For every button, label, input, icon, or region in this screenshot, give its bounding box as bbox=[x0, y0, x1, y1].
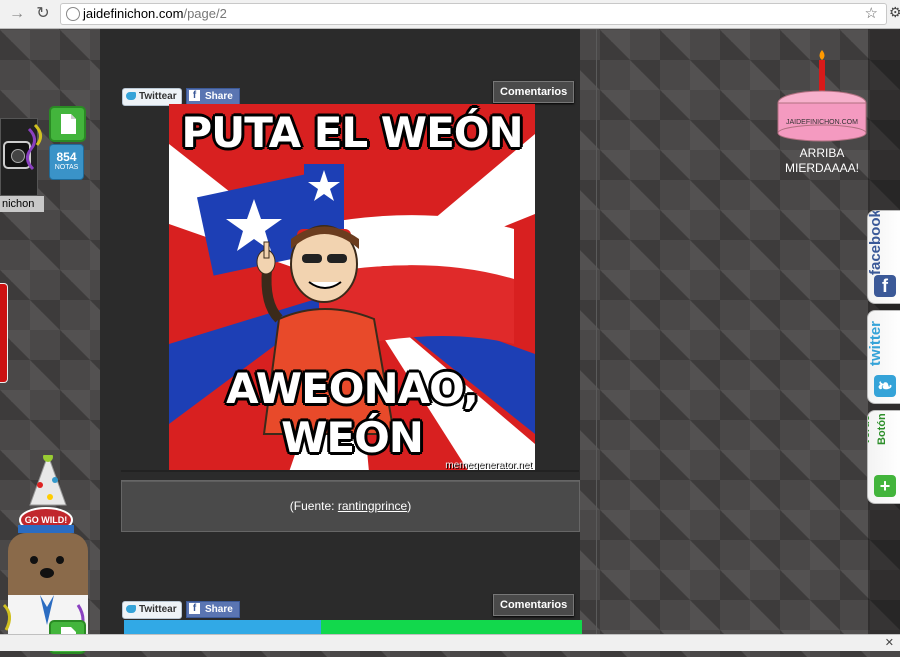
column-divider bbox=[596, 29, 597, 650]
bottom-scrollbar[interactable]: ✕ bbox=[0, 634, 900, 651]
facebook-side-label: facebook bbox=[867, 210, 884, 275]
facebook-share-button-2[interactable]: f Share bbox=[186, 601, 240, 618]
boton-verde-side-tab[interactable]: Botón Verde + bbox=[867, 410, 900, 504]
twitter-side-tab[interactable]: twitter ❧ bbox=[867, 310, 900, 404]
plus-icon: + bbox=[874, 475, 896, 497]
cake-caption-line2: MIERDAAAA! bbox=[784, 161, 859, 175]
address-bar[interactable]: jaidefinichon.com/page/2 ☆ bbox=[60, 3, 887, 25]
facebook-share-button[interactable]: f Share bbox=[186, 88, 240, 105]
cake-caption-line1: ARRIBA bbox=[799, 146, 845, 160]
wrench-icon[interactable]: ⚙ bbox=[889, 4, 900, 21]
twitter-bird-icon bbox=[126, 605, 136, 613]
cake-caption: ARRIBA MIERDAAAA! bbox=[770, 146, 874, 176]
facebook-icon: f bbox=[189, 90, 200, 101]
meme-top-text: PUTA EL WEÓN bbox=[181, 108, 523, 157]
meme-bottom-text: AWEONAO, WEÓN bbox=[226, 364, 479, 462]
facebook-icon: f bbox=[189, 603, 200, 614]
user-avatar-widget[interactable] bbox=[0, 118, 42, 196]
post-source-box: (Fuente: rantingprince) bbox=[121, 480, 580, 532]
facebook-share-label: Share bbox=[205, 604, 233, 615]
source-link[interactable]: rantingprince bbox=[338, 499, 407, 513]
notes-count-badge[interactable]: 854 NOTAS bbox=[49, 144, 84, 180]
post-separator bbox=[121, 470, 579, 472]
globe-icon bbox=[66, 7, 80, 21]
cake-sign: JAIDEFINICHON.COM bbox=[786, 119, 858, 126]
browser-toolbar: → ↻ jaidefinichon.com/page/2 ☆ ⚙ bbox=[0, 0, 900, 29]
boton-verde-line2: Verde bbox=[867, 415, 872, 445]
facebook-share-label: Share bbox=[205, 91, 233, 102]
twitter-side-label: twitter bbox=[867, 321, 884, 367]
notes-label: NOTAS bbox=[54, 164, 79, 171]
twitter-share-label: Twittear bbox=[139, 91, 177, 102]
comments-button[interactable]: Comentarios bbox=[493, 81, 575, 103]
widget-username: nichon bbox=[0, 196, 44, 212]
twitter-bird-icon: ❧ bbox=[874, 375, 896, 397]
comments-button-2[interactable]: Comentarios bbox=[493, 594, 575, 616]
reload-icon[interactable]: ↻ bbox=[34, 5, 52, 23]
twitter-share-button-2[interactable]: Twittear bbox=[122, 601, 182, 619]
source-prefix: (Fuente: bbox=[289, 499, 338, 513]
meme-image[interactable]: PUTA EL WEÓN AWEONAO, WEÓN memegenerator… bbox=[169, 104, 535, 472]
url-host: jaidefinichon.com bbox=[83, 6, 184, 21]
twitter-share-label: Twittear bbox=[139, 604, 177, 615]
mascot-hat-text: GO WILD! bbox=[25, 515, 68, 525]
facebook-icon: f bbox=[874, 275, 896, 297]
notes-count: 854 bbox=[56, 150, 77, 164]
birthday-cake-image[interactable]: JAIDEFINICHON.COM bbox=[775, 48, 870, 143]
document-button[interactable] bbox=[49, 106, 86, 142]
close-icon[interactable]: ✕ bbox=[885, 636, 894, 649]
twitter-bird-icon bbox=[126, 92, 136, 100]
forward-arrow-icon[interactable]: → bbox=[8, 5, 26, 23]
url-path: /page/2 bbox=[183, 6, 227, 21]
document-icon bbox=[61, 114, 76, 134]
bookmark-star-icon[interactable]: ☆ bbox=[865, 4, 878, 22]
facebook-side-tab[interactable]: facebook f bbox=[867, 210, 900, 304]
source-suffix: ) bbox=[407, 499, 412, 513]
red-side-tab[interactable] bbox=[0, 283, 8, 383]
